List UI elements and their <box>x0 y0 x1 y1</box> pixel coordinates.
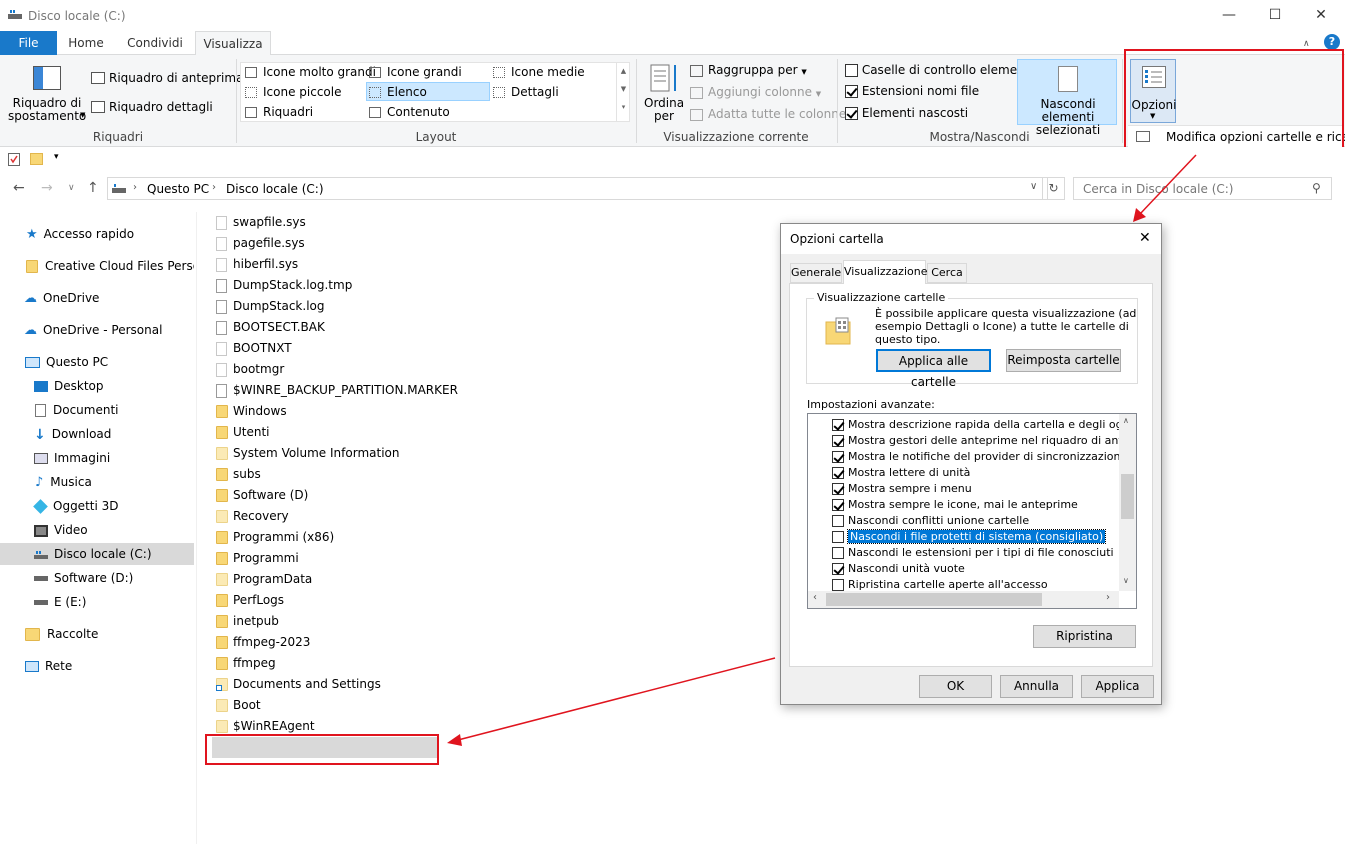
scroll-thumb[interactable] <box>1121 474 1134 519</box>
dialog-close-button[interactable]: ✕ <box>1139 230 1151 246</box>
checkbox[interactable] <box>832 579 844 591</box>
checkbox[interactable] <box>832 531 844 543</box>
option-label: Mostra sempre le icone, mai le anteprime <box>848 498 1078 511</box>
option-label: Nascondi unità vuote <box>848 562 965 575</box>
scroll-down-icon[interactable]: ∨ <box>1123 576 1129 585</box>
advanced-option[interactable]: Mostra sempre le icone, mai le anteprime <box>832 497 1078 513</box>
advanced-option[interactable]: Nascondi unità vuote <box>832 561 965 577</box>
scroll-right-icon[interactable]: › <box>1106 592 1110 603</box>
option-label: Mostra le notifiche del provider di sinc… <box>848 450 1128 463</box>
advanced-option[interactable]: Nascondi conflitti unione cartelle <box>832 513 1029 529</box>
ok-button[interactable]: OK <box>919 675 992 698</box>
advanced-option[interactable]: Mostra gestori delle anteprime nel riqua… <box>832 433 1137 449</box>
horizontal-scrollbar[interactable]: ‹ › <box>808 591 1119 608</box>
checkbox-checked[interactable] <box>832 435 844 447</box>
tab-panel: Visualizzazione cartelle È possibile app… <box>789 283 1153 667</box>
checkbox[interactable] <box>832 515 844 527</box>
option-label: Mostra sempre i menu <box>848 482 972 495</box>
option-label: Nascondi i file protetti di sistema (con… <box>846 529 1107 544</box>
checkbox-checked[interactable] <box>832 499 844 511</box>
checkbox-checked[interactable] <box>832 419 844 431</box>
tab-view[interactable]: Visualizzazione <box>843 260 927 284</box>
cancel-button[interactable]: Annulla <box>1000 675 1073 698</box>
tab-search[interactable]: Cerca <box>927 263 967 283</box>
checkbox-checked[interactable] <box>832 467 844 479</box>
advanced-option[interactable]: Mostra le notifiche del provider di sinc… <box>832 449 1127 465</box>
advanced-settings-list[interactable]: Mostra descrizione rapida della cartella… <box>807 413 1137 609</box>
folder-options-dialog: Opzioni cartella ✕ Generale Visualizzazi… <box>780 223 1162 705</box>
advanced-settings-label: Impostazioni avanzate: <box>807 398 935 411</box>
advanced-option[interactable]: Mostra descrizione rapida della cartella… <box>832 417 1137 433</box>
advanced-option[interactable]: Mostra lettere di unità <box>832 465 970 481</box>
option-label: Mostra gestori delle anteprime nel riqua… <box>848 434 1137 447</box>
checkbox-checked[interactable] <box>832 563 844 575</box>
apply-button[interactable]: Applica <box>1081 675 1154 698</box>
restore-defaults-button[interactable]: Ripristina <box>1033 625 1136 648</box>
advanced-option[interactable]: Mostra sempre i menu <box>832 481 972 497</box>
checkbox[interactable] <box>832 547 844 559</box>
option-label: Mostra lettere di unità <box>848 466 971 479</box>
option-label: Mostra descrizione rapida della cartella… <box>848 418 1137 431</box>
folder-views-icon <box>824 316 852 346</box>
vertical-scrollbar[interactable]: ∧ ∨ <box>1119 414 1136 591</box>
checkbox-checked[interactable] <box>832 483 844 495</box>
checkbox-checked[interactable] <box>832 451 844 463</box>
tab-general[interactable]: Generale <box>790 263 842 283</box>
advanced-option[interactable]: Nascondi i file protetti di sistema (con… <box>832 529 1107 545</box>
advanced-option[interactable]: Nascondi le estensioni per i tipi di fil… <box>832 545 1114 561</box>
scroll-thumb[interactable] <box>826 593 1042 606</box>
folder-views-description: È possibile applicare questa visualizzaz… <box>875 307 1137 346</box>
reset-folders-button[interactable]: Reimposta cartelle <box>1006 349 1121 372</box>
folder-views-legend: Visualizzazione cartelle <box>814 291 949 304</box>
apply-to-folders-button[interactable]: Applica alle cartelle <box>876 349 991 389</box>
option-label: Ripristina cartelle aperte all'accesso <box>848 578 1048 591</box>
option-label: Nascondi le estensioni per i tipi di fil… <box>848 546 1114 559</box>
dialog-title-bar: Opzioni cartella ✕ <box>781 224 1161 254</box>
scroll-up-icon[interactable]: ∧ <box>1123 416 1129 425</box>
scroll-left-icon[interactable]: ‹ <box>813 592 817 603</box>
dialog-title: Opzioni cartella <box>790 232 884 246</box>
option-label: Nascondi conflitti unione cartelle <box>848 514 1030 527</box>
